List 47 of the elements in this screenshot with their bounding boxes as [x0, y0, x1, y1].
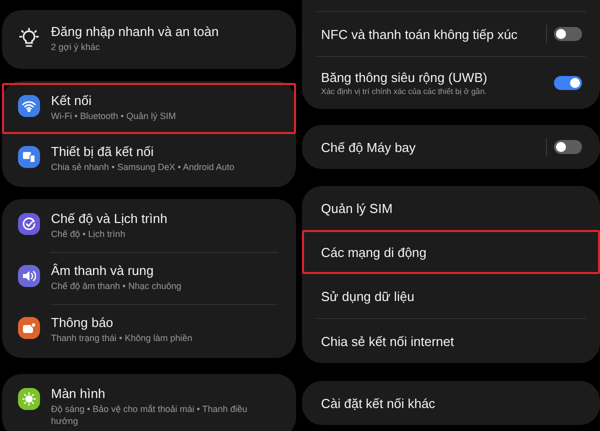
- settings-item[interactable]: Màn hình Độ sáng • Bảo vệ cho mắt thoải mái • Thanh điều hướng: [2, 376, 296, 431]
- notification-icon: [18, 317, 40, 339]
- item-title: Sử dụng dữ liệu: [321, 288, 416, 304]
- item-title: Chế độ và Lịch trình: [51, 210, 168, 227]
- settings-item[interactable]: NFC và thanh toán không tiếp xúc: [302, 12, 600, 56]
- item-subtitle: Thanh trạng thái • Không làm phiền: [51, 332, 194, 344]
- item-subtitle: Độ sáng • Bảo vệ cho mắt thoải mái • Thanh điều hướng: [51, 403, 248, 427]
- settings-item[interactable]: Thông báo Thanh trạng thái • Không làm phiền: [2, 305, 296, 356]
- item-title: Cài đặt kết nối khác: [321, 394, 436, 412]
- item-title: Màn hình: [51, 385, 106, 402]
- settings-item[interactable]: Chế độ Máy bay: [302, 125, 600, 169]
- settings-item[interactable]: Kết nối Wi-Fi • Bluetooth • Quản lý SIM: [2, 83, 296, 134]
- toggle-switch[interactable]: [554, 27, 582, 41]
- settings-item[interactable]: Thiết bị đã kết nối Chia sẻ nhanh • Samsung DeX • Android Auto: [2, 134, 296, 185]
- sun-icon: [18, 388, 40, 410]
- item-subtitle: Xác định vị trí chính xác của các thiết bị ở gần.: [321, 86, 488, 97]
- item-subtitle: 2 gợi ý khác: [51, 41, 101, 53]
- item-subtitle: Chế độ • Lịch trình: [51, 228, 126, 240]
- item-title: NFC và thanh toán không tiếp xúc: [321, 26, 519, 42]
- item-title: Thông báo: [51, 314, 114, 331]
- item-title: Âm thanh và rung: [51, 262, 155, 279]
- settings-item[interactable]: Cài đặt kết nối khác: [302, 381, 600, 425]
- item-subtitle: Wi-Fi • Bluetooth • Quản lý SIM: [51, 110, 177, 122]
- item-title: Chế độ Máy bay: [321, 138, 417, 156]
- wifi-icon: [18, 95, 40, 117]
- item-title: Đăng nhập nhanh và an toàn: [51, 23, 219, 40]
- settings-item[interactable]: Chế độ và Lịch trình Chế độ • Lịch trình: [2, 201, 296, 252]
- lightbulb-icon: [18, 28, 40, 50]
- toggle-switch[interactable]: [554, 76, 582, 90]
- settings-item[interactable]: Âm thanh và rung Chế độ âm thanh • Nhạc chuông: [2, 253, 296, 304]
- item-title: Quản lý SIM: [321, 200, 394, 216]
- item-title: Băng thông siêu rộng (UWB): [321, 69, 488, 86]
- item-title: Chia sẻ kết nối internet: [321, 332, 455, 350]
- toggle-switch[interactable]: [554, 140, 582, 154]
- item-subtitle: Chế độ âm thanh • Nhạc chuông: [51, 280, 182, 292]
- settings-item[interactable]: Chia sẻ kết nối internet: [302, 319, 600, 363]
- settings-item[interactable]: Băng thông siêu rộng (UWB) Xác định vị trí chính xác của các thiết bị ở gần.: [302, 57, 600, 109]
- item-subtitle: Chia sẻ nhanh • Samsung DeX • Android Auto: [51, 161, 236, 173]
- settings-item[interactable]: Các mạng di động: [302, 230, 600, 274]
- devices-icon: [18, 146, 40, 168]
- item-title: Kết nối: [51, 92, 92, 109]
- item-title: Các mạng di động: [321, 244, 428, 260]
- settings-item[interactable]: Sử dụng dữ liệu: [302, 274, 600, 318]
- item-title: Thiết bị đã kết nối: [51, 143, 155, 160]
- settings-item[interactable]: Đăng nhập nhanh và an toàn 2 gợi ý khác: [2, 14, 296, 65]
- settings-item[interactable]: Quản lý SIM: [302, 186, 600, 230]
- speaker-icon: [18, 265, 40, 287]
